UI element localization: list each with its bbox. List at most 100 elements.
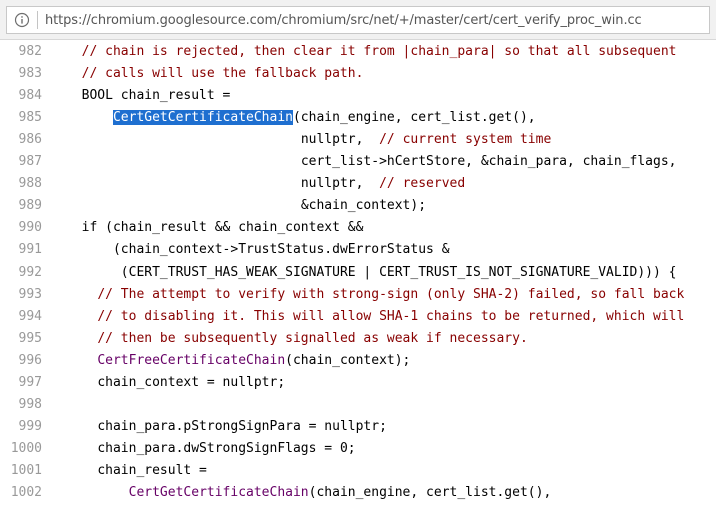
- code-line: 990 if (chain_result && chain_context &&: [0, 217, 716, 239]
- code-function-name: CertFreeCertificateChain: [97, 352, 286, 368]
- line-source: if (chain_result && chain_context &&: [66, 217, 364, 239]
- code-line: 999 chain_para.pStrongSignPara = nullptr…: [0, 416, 716, 438]
- line-source: CertGetCertificateChain(chain_engine, ce…: [66, 107, 536, 129]
- code-text: (chain_context->TrustStatus.dwErrorStatu…: [112, 242, 450, 258]
- url-separator: [37, 11, 38, 29]
- code-comment: // then be subsequently signalled as wea…: [97, 330, 528, 346]
- line-number[interactable]: 995: [0, 328, 42, 350]
- code-function-name: CertGetCertificateChain: [128, 485, 309, 500]
- code-text: BOOL chain_result =: [81, 88, 231, 104]
- code-line: 985 CertGetCertificateChain(chain_engine…: [0, 107, 716, 129]
- line-source: BOOL chain_result =: [66, 85, 231, 107]
- line-number[interactable]: 991: [0, 239, 42, 261]
- code-line: 986 nullptr, // current system time: [0, 129, 716, 151]
- line-source: // The attempt to verify with strong-sig…: [66, 284, 684, 306]
- code-comment: // calls will use the fallback path.: [81, 66, 364, 82]
- line-number[interactable]: 986: [0, 129, 42, 151]
- code-line: 993 // The attempt to verify with strong…: [0, 284, 716, 306]
- code-line: 997 chain_context = nullptr;: [0, 372, 716, 394]
- code-text: chain_result =: [97, 462, 207, 478]
- code-line: 1001 chain_result =: [0, 460, 716, 482]
- code-line: 987 cert_list->hCertStore, &chain_para, …: [0, 151, 716, 173]
- line-number[interactable]: 984: [0, 85, 42, 107]
- line-source: chain_para.dwStrongSignFlags = 0;: [66, 438, 356, 460]
- code-text: (chain_engine, cert_list.get(),: [292, 110, 536, 126]
- line-source: CertGetCertificateChain(chain_engine, ce…: [66, 482, 552, 504]
- line-number[interactable]: 998: [0, 394, 42, 416]
- line-number[interactable]: 982: [0, 41, 42, 63]
- code-text: nullptr,: [300, 132, 380, 148]
- code-line: 1002 CertGetCertificateChain(chain_engin…: [0, 482, 716, 504]
- code-comment: // The attempt to verify with strong-sig…: [97, 286, 685, 302]
- line-number[interactable]: 993: [0, 284, 42, 306]
- code-line: 992 (CERT_TRUST_HAS_WEAK_SIGNATURE | CER…: [0, 262, 716, 284]
- selected-text: CertGetCertificateChain: [112, 110, 293, 126]
- line-source: // chain is rejected, then clear it from…: [66, 41, 677, 63]
- line-source: // calls will use the fallback path.: [66, 63, 364, 85]
- line-source: // then be subsequently signalled as wea…: [66, 328, 528, 350]
- line-source: nullptr, // reserved: [66, 173, 465, 195]
- code-line: 988 nullptr, // reserved: [0, 173, 716, 195]
- line-source: chain_context = nullptr;: [66, 372, 285, 394]
- line-number[interactable]: 994: [0, 306, 42, 328]
- code-line: 996 CertFreeCertificateChain(chain_conte…: [0, 350, 716, 372]
- line-number[interactable]: 999: [0, 416, 42, 438]
- line-source: // to disabling it. This will allow SHA-…: [66, 306, 684, 328]
- line-number[interactable]: 988: [0, 173, 42, 195]
- url-text[interactable]: https://chromium.googlesource.com/chromi…: [45, 13, 642, 28]
- line-source: cert_list->hCertStore, &chain_para, chai…: [66, 151, 677, 173]
- code-text: (CERT_TRUST_HAS_WEAK_SIGNATURE | CERT_TR…: [120, 264, 677, 280]
- code-comment: // to disabling it. This will allow SHA-…: [97, 308, 685, 324]
- code-text: chain_para.pStrongSignPara = nullptr;: [97, 418, 387, 434]
- code-line: 989 &chain_context);: [0, 195, 716, 217]
- line-number[interactable]: 992: [0, 262, 42, 284]
- line-number[interactable]: 985: [0, 107, 42, 129]
- address-bar: https://chromium.googlesource.com/chromi…: [0, 0, 716, 40]
- code-line: 995 // then be subsequently signalled as…: [0, 328, 716, 350]
- line-number[interactable]: 987: [0, 151, 42, 173]
- code-line: 991 (chain_context->TrustStatus.dwErrorS…: [0, 239, 716, 261]
- line-number[interactable]: 997: [0, 372, 42, 394]
- line-source: CertFreeCertificateChain(chain_context);: [66, 350, 410, 372]
- code-text: (chain_context);: [285, 352, 411, 368]
- line-number[interactable]: 996: [0, 350, 42, 372]
- line-number[interactable]: 990: [0, 217, 42, 239]
- code-line: 982 // chain is rejected, then clear it …: [0, 41, 716, 63]
- line-source: chain_para.pStrongSignPara = nullptr;: [66, 416, 387, 438]
- line-number[interactable]: 1000: [0, 438, 42, 460]
- code-line: 984 BOOL chain_result =: [0, 85, 716, 107]
- line-source: chain_result =: [66, 460, 207, 482]
- info-icon[interactable]: [7, 7, 37, 33]
- code-text: chain_para.dwStrongSignFlags = 0;: [97, 440, 356, 456]
- line-number[interactable]: 1001: [0, 460, 42, 482]
- code-comment: // current system time: [379, 132, 552, 148]
- line-source: (chain_context->TrustStatus.dwErrorStatu…: [66, 239, 450, 261]
- line-number[interactable]: 983: [0, 63, 42, 85]
- code-line: 983 // calls will use the fallback path.: [0, 63, 716, 85]
- line-source: &chain_context);: [66, 195, 426, 217]
- url-field[interactable]: https://chromium.googlesource.com/chromi…: [6, 6, 710, 34]
- code-line: 1000 chain_para.dwStrongSignFlags = 0;: [0, 438, 716, 460]
- line-number[interactable]: 1002: [0, 482, 42, 504]
- code-text: cert_list->hCertStore, &chain_para, chai…: [300, 154, 677, 170]
- line-source: (CERT_TRUST_HAS_WEAK_SIGNATURE | CERT_TR…: [66, 262, 677, 284]
- code-text: if (chain_result && chain_context &&: [81, 220, 364, 236]
- line-number[interactable]: 989: [0, 195, 42, 217]
- code-text: &chain_context);: [300, 198, 427, 214]
